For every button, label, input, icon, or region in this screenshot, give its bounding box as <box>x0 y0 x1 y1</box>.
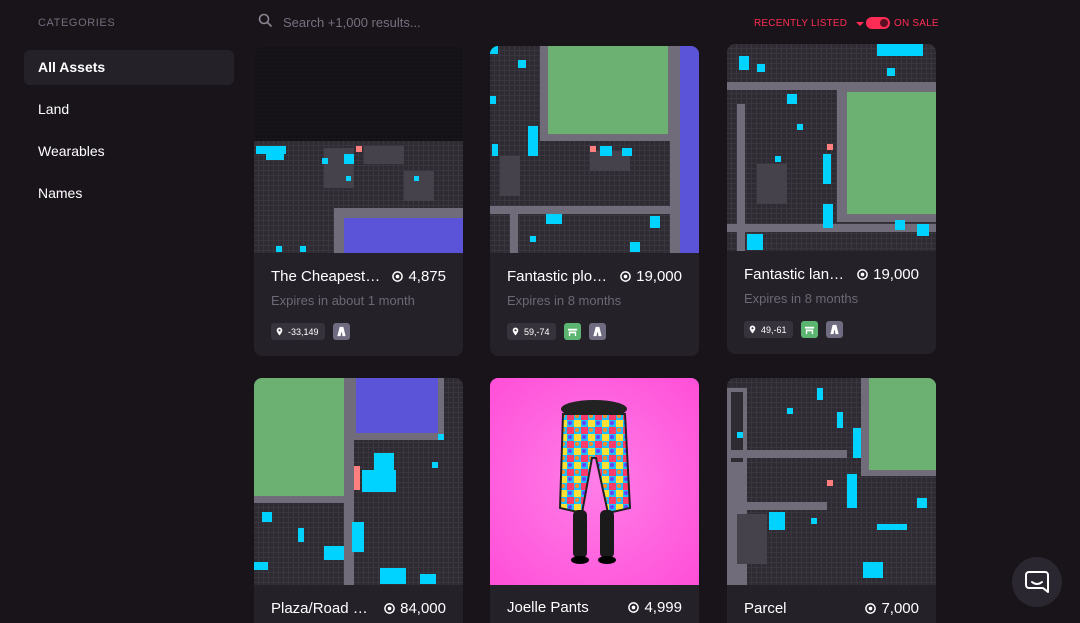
expiry-text: Expires in about 1 month <box>271 293 415 308</box>
mana-icon <box>865 603 877 614</box>
price-value: 19,000 <box>873 266 919 283</box>
caret-down-icon <box>856 21 865 26</box>
road-icon <box>588 323 606 340</box>
asset-card[interactable]: Joelle Pants 4,999 <box>490 378 699 623</box>
mana-icon <box>620 271 631 282</box>
on-sale-label: ON SALE <box>894 17 939 29</box>
road-icon <box>332 323 350 340</box>
asset-price: 84,000 <box>384 600 446 617</box>
asset-price: 4,999 <box>628 599 682 616</box>
expiry-text: Expires in 8 months <box>744 291 859 306</box>
location-pin-icon <box>512 327 519 336</box>
coordinates-value: -33,149 <box>288 326 319 337</box>
asset-card[interactable]: The Cheapest… 4,875 Expires in about 1 m… <box>254 46 463 356</box>
search-input[interactable] <box>283 14 543 30</box>
sort-label: RECENTLY LISTED <box>754 18 848 29</box>
asset-name: Joelle Pants <box>507 599 589 616</box>
asset-card[interactable]: Fantastic plo… 19,000 Expires in 8 month… <box>490 46 699 356</box>
mana-icon <box>392 271 404 282</box>
wearable-thumbnail <box>490 378 699 585</box>
asset-tags: 59,-74 <box>507 323 614 340</box>
plaza-icon <box>563 323 581 340</box>
plaza-icon <box>800 321 818 338</box>
mana-icon <box>628 602 640 613</box>
land-map-thumbnail <box>727 378 936 585</box>
asset-tags: -33,149 <box>271 323 358 340</box>
price-value: 4,999 <box>644 599 682 616</box>
chat-button[interactable] <box>1012 557 1062 607</box>
categories-title: CATEGORIES <box>38 17 116 29</box>
on-sale-toggle[interactable]: ON SALE <box>866 17 939 29</box>
sort-dropdown[interactable]: RECENTLY LISTED <box>754 18 865 29</box>
asset-name: Fantastic lan… <box>744 266 845 283</box>
asset-name: The Cheapest… <box>271 268 381 285</box>
coordinates-badge: -33,149 <box>271 323 325 340</box>
coordinates-value: 59,-74 <box>524 326 550 337</box>
price-value: 84,000 <box>400 600 446 617</box>
coordinates-badge: 49,-61 <box>744 321 793 338</box>
asset-name: Plaza/Road … <box>271 600 368 617</box>
search-bar <box>258 12 543 32</box>
sidebar-item-land[interactable]: Land <box>24 92 234 127</box>
asset-price: 4,875 <box>392 268 446 285</box>
asset-tags: 49,-61 <box>744 321 851 338</box>
toggle-track <box>866 17 890 29</box>
land-map-thumbnail <box>490 46 699 253</box>
asset-card[interactable]: Plaza/Road … 84,000 <box>254 378 463 623</box>
sidebar-item-wearables[interactable]: Wearables <box>24 134 234 169</box>
asset-name: Fantastic plo… <box>507 268 608 285</box>
asset-price: 7,000 <box>865 600 919 617</box>
mana-icon <box>384 603 395 614</box>
land-map-thumbnail <box>254 378 463 585</box>
price-value: 4,875 <box>408 268 446 285</box>
sidebar-item-all-assets[interactable]: All Assets <box>24 50 234 85</box>
location-pin-icon <box>749 325 756 334</box>
price-value: 19,000 <box>636 268 682 285</box>
expiry-text: Expires in 8 months <box>507 293 622 308</box>
coordinates-value: 49,-61 <box>761 324 787 335</box>
coordinates-badge: 59,-74 <box>507 323 556 340</box>
asset-card[interactable]: Parcel 7,000 <box>727 378 936 623</box>
sidebar-item-names[interactable]: Names <box>24 176 234 211</box>
asset-price: 19,000 <box>857 266 919 283</box>
asset-card[interactable]: Fantastic lan… 19,000 Expires in 8 month… <box>727 44 936 354</box>
asset-price: 19,000 <box>620 268 682 285</box>
price-value: 7,000 <box>881 600 919 617</box>
chat-bubble-icon <box>1025 571 1049 593</box>
asset-name: Parcel <box>744 600 787 617</box>
category-list: All Assets Land Wearables Names <box>24 50 234 218</box>
land-map-thumbnail <box>254 46 463 253</box>
mana-icon <box>857 269 868 280</box>
location-pin-icon <box>276 327 283 336</box>
land-map-thumbnail <box>727 44 936 251</box>
road-icon <box>825 321 843 338</box>
search-icon <box>258 13 272 32</box>
toggle-knob <box>880 19 888 27</box>
